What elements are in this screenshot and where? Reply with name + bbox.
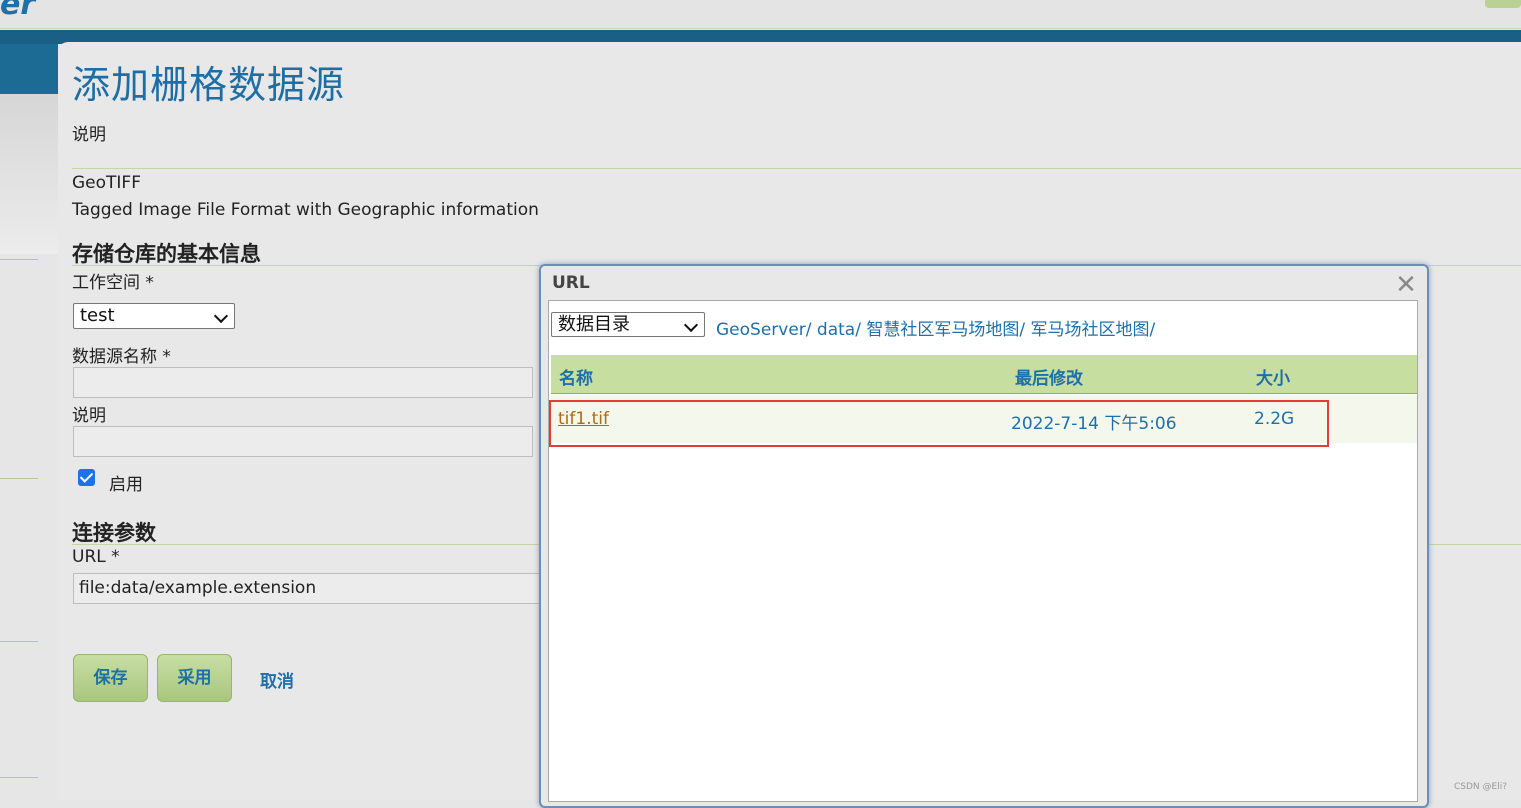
enabled-label: 启用	[109, 475, 143, 495]
chevron-down-icon	[213, 308, 229, 324]
url-label: URL *	[72, 547, 120, 567]
basic-info-title: 存储仓库的基本信息	[72, 242, 261, 266]
format-description: Tagged Image File Format with Geographic…	[72, 200, 539, 220]
directory-select-value: 数据目录	[558, 314, 630, 335]
sidebar-divider	[0, 777, 38, 778]
description-label: 说明	[72, 406, 106, 426]
sidebar-shade	[0, 94, 58, 254]
top-header	[0, 0, 1521, 29]
column-name-header[interactable]: 名称	[559, 364, 593, 389]
format-name: GeoTIFF	[72, 173, 141, 193]
url-chooser-dialog: URL ✕ 数据目录 GeoServer/ data/ 智慧社区军马场地图/ 军…	[539, 264, 1429, 808]
datasource-name-input[interactable]	[73, 367, 533, 398]
apply-button[interactable]: 采用	[157, 654, 232, 702]
header-button[interactable]	[1485, 0, 1521, 8]
enabled-checkbox[interactable]	[78, 469, 95, 486]
close-icon[interactable]: ✕	[1395, 272, 1417, 298]
watermark: CSDN @Eli?	[1454, 782, 1507, 792]
chevron-down-icon	[683, 317, 699, 333]
dialog-title: URL	[552, 273, 590, 293]
breadcrumb[interactable]: GeoServer/ data/ 智慧社区军马场地图/ 军马场社区地图/	[716, 315, 1155, 340]
connection-params-title: 连接参数	[72, 521, 156, 545]
column-size-header[interactable]: 大小	[1256, 364, 1290, 389]
sidebar-divider	[0, 259, 38, 260]
description-input[interactable]	[73, 426, 533, 457]
url-input[interactable]: file:data/example.extension	[73, 573, 543, 604]
sidebar-divider	[0, 641, 38, 642]
file-table-header: 名称 最后修改 大小	[551, 355, 1417, 394]
dialog-body: 数据目录 GeoServer/ data/ 智慧社区军马场地图/ 军马场社区地图…	[548, 300, 1418, 802]
column-modified-header[interactable]: 最后修改	[1015, 364, 1083, 389]
divider	[72, 168, 1521, 169]
workspace-select[interactable]: test	[73, 303, 235, 329]
highlight-annotation	[549, 400, 1329, 447]
cancel-link[interactable]: 取消	[260, 667, 294, 692]
sidebar-divider	[0, 478, 38, 479]
workspace-label: 工作空间 *	[72, 273, 154, 293]
geoserver-logo	[0, 0, 30, 20]
page-description: 说明	[72, 125, 106, 145]
page-title: 添加栅格数据源	[72, 63, 346, 107]
directory-select[interactable]: 数据目录	[551, 312, 705, 337]
save-button[interactable]: 保存	[73, 654, 148, 702]
datasource-name-label: 数据源名称 *	[72, 347, 171, 367]
workspace-select-value: test	[80, 305, 115, 326]
sidebar-top-block	[0, 44, 58, 94]
